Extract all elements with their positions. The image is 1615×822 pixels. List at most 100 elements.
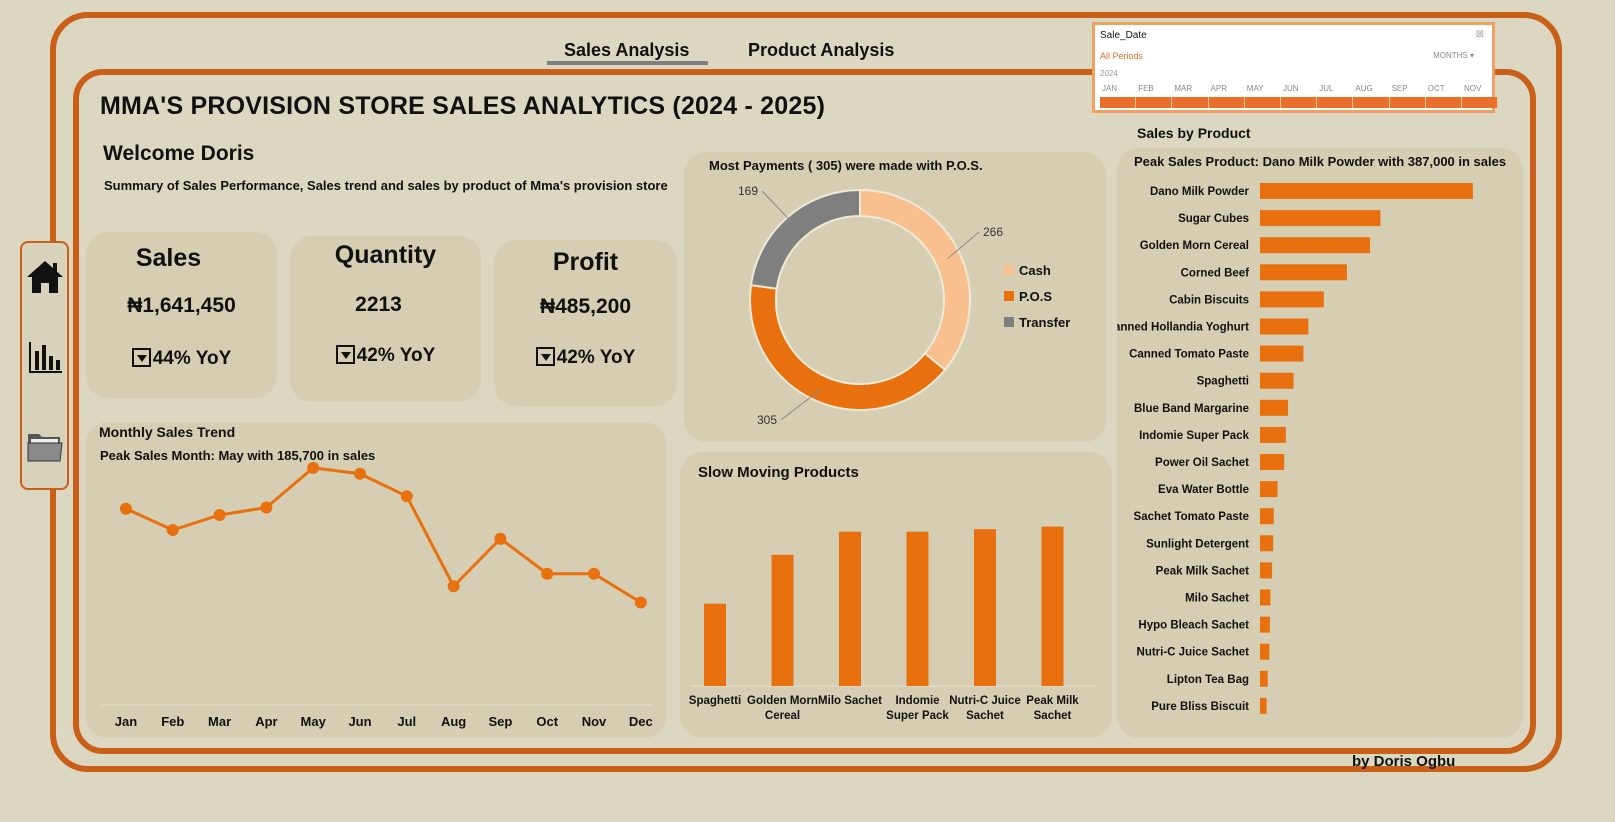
kpi-yoy-text: 42% YoY <box>356 345 436 366</box>
product-sales-bar <box>1260 481 1278 498</box>
slicer-month-label: MAR <box>1174 84 1193 93</box>
y-tick-label: Sunlight Detergent <box>1146 538 1249 550</box>
slicer-month-tile[interactable] <box>1244 97 1281 108</box>
monthly-trend-panel: Monthly Sales Trend Peak Sales Month: Ma… <box>86 422 666 738</box>
slicer-month-tile[interactable] <box>1172 97 1209 108</box>
slicer-month-label: OCT <box>1427 84 1445 93</box>
sales-point-oct <box>541 567 554 580</box>
product-sales-bar <box>1260 237 1370 254</box>
donut-slice-transfer <box>749 188 861 290</box>
sales-point-apr <box>260 501 273 514</box>
y-tick-label: Canned Tomato Paste <box>1129 349 1249 361</box>
kpi-value: 2213 <box>355 293 402 316</box>
product-sales-bar <box>1260 345 1304 362</box>
kpi-yoy-text: 42% YoY <box>556 347 636 368</box>
sales-point-sep <box>494 532 507 545</box>
slow-moving-bar <box>1041 526 1064 686</box>
product-sales-bar <box>1260 697 1267 714</box>
slow-moving-bar <box>974 529 996 686</box>
sales-by-product-title: Sales by Product <box>1137 125 1251 141</box>
payments-panel: Most Payments ( 305) were made with P.O.… <box>684 152 1106 442</box>
sidebar <box>20 241 69 490</box>
slicer-month-label: APR <box>1210 84 1228 93</box>
donut-data-label: 266 <box>983 225 1003 239</box>
x-tick-label: Dec <box>629 714 653 729</box>
legend-label: Transfer <box>1019 315 1070 330</box>
clear-filter-icon[interactable]: ⊠ <box>1476 29 1484 40</box>
slicer-month-tile[interactable] <box>1136 97 1173 108</box>
down-arrow-icon <box>335 345 355 364</box>
slicer-month-tile[interactable] <box>1100 97 1137 108</box>
y-tick-label: Golden Morn Cereal <box>1140 240 1249 252</box>
y-tick-label: Sugar Cubes <box>1178 213 1249 225</box>
donut-leader-line <box>761 190 797 228</box>
legend-swatch <box>1004 291 1014 301</box>
kpi-card-sales: Sales ₦1,641,450 44% YoY <box>86 232 277 398</box>
product-sales-bar <box>1260 508 1274 525</box>
x-tick-label: Golden Morn Cereal <box>747 695 818 722</box>
kpi-card-quantity: Quantity 2213 42% YoY <box>290 236 481 402</box>
slicer-month-tile[interactable] <box>1317 97 1354 108</box>
kpi-label: Sales <box>135 244 202 272</box>
donut-slice-pos <box>749 283 947 411</box>
slicer-month-tile[interactable] <box>1389 97 1426 108</box>
sales-by-product-panel: Peak Sales Product: Dano Milk Powder wit… <box>1117 148 1523 738</box>
tab-sales-analysis[interactable]: Sales Analysis <box>564 40 689 61</box>
sales-point-dec <box>634 596 647 609</box>
product-sales-bar <box>1260 454 1285 470</box>
sales-trend-line <box>125 466 642 604</box>
y-tick-label: Hypo Bleach Sachet <box>1138 620 1249 632</box>
slicer-month-label: JAN <box>1102 84 1118 93</box>
y-tick-label: Blue Band Margarine <box>1134 403 1249 415</box>
payments-donut-chart: 266 305 169 Cash P.O.S Transfer <box>738 184 1070 427</box>
x-tick-label: Sep <box>488 714 512 729</box>
bar-chart-icon[interactable] <box>26 339 64 377</box>
product-sales-bar <box>1260 183 1473 199</box>
kpi-label: Quantity <box>334 241 437 269</box>
product-sales-bar <box>1260 318 1309 335</box>
product-sales-bar <box>1260 426 1286 443</box>
kpi-yoy-text: 44% YoY <box>152 348 232 369</box>
slicer-level-label: MONTHS <box>1433 51 1468 60</box>
tab-product-analysis[interactable]: Product Analysis <box>748 40 894 61</box>
welcome-heading: Welcome Doris <box>103 142 255 165</box>
slicer-month-tile[interactable] <box>1425 97 1462 108</box>
home-icon[interactable] <box>26 258 64 296</box>
sales-by-product-bar-chart: Dano Milk Powder Sugar Cubes Golden Morn C… <box>1117 183 1473 714</box>
y-tick-label: Spaghetti <box>1197 376 1249 388</box>
sales-point-jun <box>354 467 366 480</box>
y-tick-label: Nutri-C Juice Sachet <box>1137 647 1250 659</box>
product-sales-bar <box>1260 210 1381 227</box>
x-tick-label: Peak Milk Sachet <box>1026 695 1079 722</box>
product-sales-bar <box>1260 616 1270 633</box>
x-tick-label: Mar <box>208 714 231 729</box>
legend-swatch <box>1004 317 1014 327</box>
product-sales-bar <box>1260 562 1273 579</box>
sales-point-nov <box>588 567 600 580</box>
kpi-label: Profit <box>552 248 619 276</box>
product-sales-bar <box>1260 399 1289 416</box>
slicer-month-tile[interactable] <box>1462 97 1499 108</box>
legend-swatch <box>1004 265 1014 275</box>
slicer-selection: All Periods <box>1100 51 1144 61</box>
x-tick-label: Spaghetti <box>689 695 741 707</box>
page-title: MMA'S PROVISION STORE SALES ANALYTICS (2… <box>100 92 826 120</box>
slicer-month-label: MAY <box>1246 84 1264 93</box>
slow-moving-bar <box>704 603 726 686</box>
slow-moving-bar <box>839 531 861 686</box>
donut-data-label: 169 <box>738 184 758 198</box>
slicer-month-tile[interactable] <box>1281 97 1318 108</box>
slicer-month-tile[interactable] <box>1208 97 1245 108</box>
slicer-month-tile[interactable] <box>1353 97 1390 108</box>
y-tick-label: Dano Milk Powder <box>1150 186 1250 198</box>
x-tick-label: Apr <box>255 714 277 729</box>
active-tab-indicator <box>547 61 708 65</box>
slow-moving-bar <box>906 531 929 686</box>
folder-icon[interactable] <box>26 427 64 465</box>
y-tick-label: Canned Hollandia Yoghurt <box>1117 322 1249 334</box>
x-tick-label: Jul <box>397 714 416 729</box>
sale-date-slicer[interactable]: Sale_Date ⊠ All Periods MONTHS ▾ 2024 JA… <box>1092 22 1499 113</box>
sales-point-mar <box>213 509 226 521</box>
legend-label: P.O.S <box>1019 289 1052 304</box>
slicer-level-dropdown[interactable]: MONTHS ▾ <box>1433 51 1474 60</box>
